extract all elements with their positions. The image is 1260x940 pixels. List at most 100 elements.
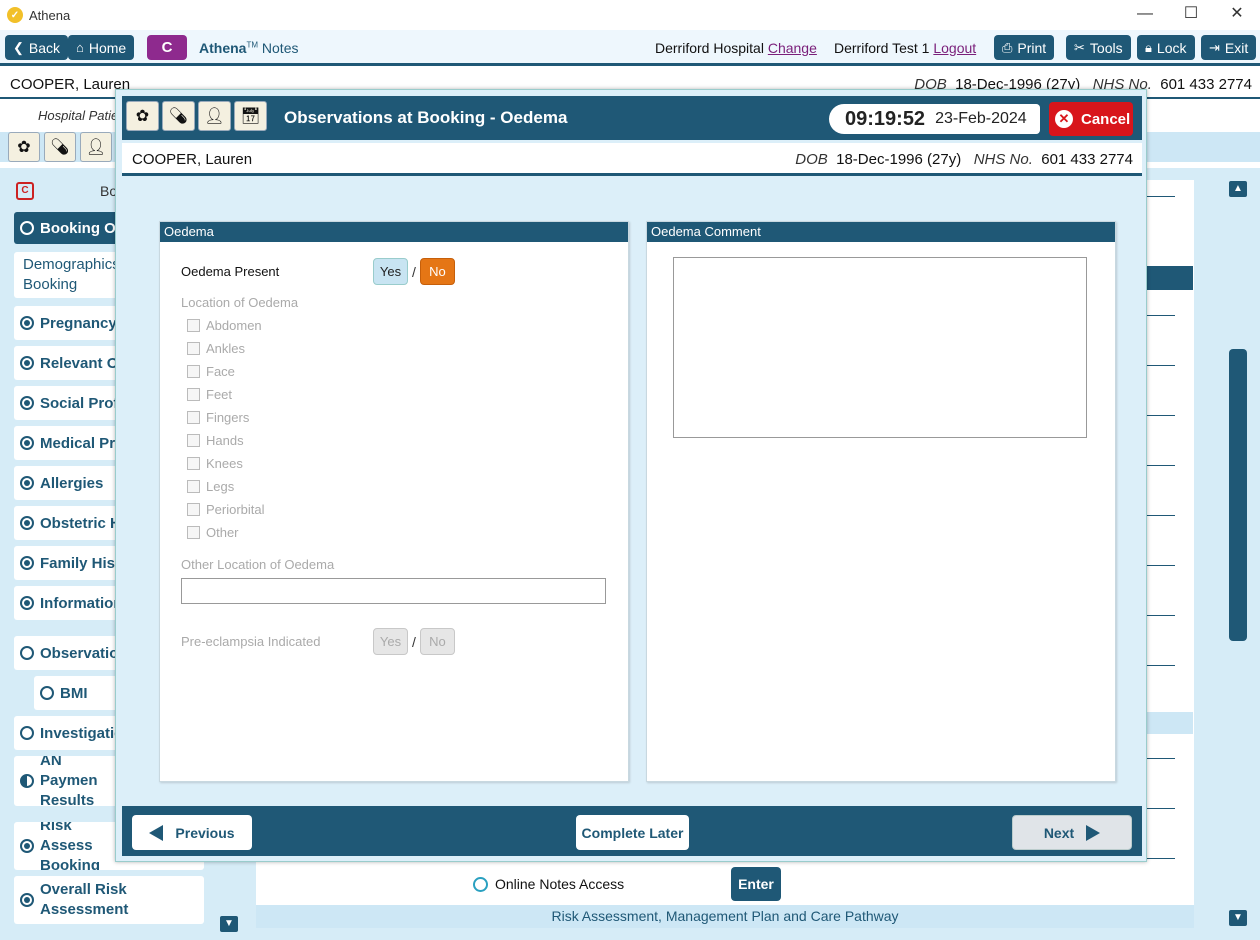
clock-date: 23-Feb-2024 <box>935 110 1027 127</box>
hospital-label: Derriford Hospital Change <box>655 40 817 56</box>
main-toolbar: ❮ Back ⌂ Home C AthenaTM Notes Derriford H… <box>0 30 1260 66</box>
print-button[interactable]: ⎙ Print <box>994 35 1055 60</box>
other-location-label: Other Location of Oedema <box>181 557 335 572</box>
location-checkbox-abdomen[interactable]: Abdomen <box>187 318 262 333</box>
location-checkbox-knees[interactable]: Knees <box>187 456 243 471</box>
status-filled-icon <box>20 893 34 907</box>
flower-icon[interactable]: ✿ <box>8 132 40 162</box>
location-checkbox-ankles[interactable]: Ankles <box>187 341 245 356</box>
location-checkbox-feet[interactable]: Feet <box>187 387 232 402</box>
person-icon[interactable]: 👤︎ <box>80 132 112 162</box>
dialog-patient-banner: COOPER, Lauren DOB 18-Dec-1996 (27y) NHS… <box>122 143 1142 176</box>
home-icon: ⌂ <box>76 40 84 55</box>
oedema-comment-panel: Oedema Comment <box>646 221 1116 782</box>
location-checkbox-periorbital[interactable]: Periorbital <box>187 502 265 517</box>
chevron-left-icon: ❮ <box>13 39 24 55</box>
online-notes-access-option[interactable]: Online Notes Access <box>473 876 624 892</box>
status-empty-icon <box>20 221 34 235</box>
close-icon: ✕ <box>1055 110 1073 128</box>
section-subheader-strip <box>1145 712 1193 734</box>
next-button[interactable]: Next <box>1012 815 1132 850</box>
status-filled-icon <box>20 596 34 610</box>
home-button[interactable]: ⌂ Home <box>68 35 135 60</box>
close-window-button[interactable]: ✕ <box>1214 0 1260 30</box>
status-empty-icon <box>40 686 54 700</box>
other-location-input[interactable] <box>181 578 606 604</box>
flower-icon: ✿ <box>126 101 159 131</box>
oedema-present-no-button[interactable]: No <box>419 258 455 285</box>
observations-oedema-dialog: ✿ 💊︎ 👤︎ 📅︎ Observations at Booking - Oed… <box>115 89 1147 862</box>
location-checkbox-hands[interactable]: Hands <box>187 433 244 448</box>
status-filled-icon <box>20 356 34 370</box>
user-label: Derriford Test 1 Logout <box>834 40 977 56</box>
status-half-icon <box>20 774 34 788</box>
scroll-down-icon[interactable]: ▼ <box>1229 910 1247 926</box>
hospital-patient-label: Hospital Patie <box>38 108 119 123</box>
athena-logo-icon: ✓ <box>7 7 23 23</box>
clock-time: 09:19:52 <box>845 107 926 130</box>
app-name: AthenaTM Notes <box>199 40 299 56</box>
dialog-title: Observations at Booking - Oedema <box>284 108 568 127</box>
arrow-left-icon <box>149 824 164 841</box>
status-filled-icon <box>20 556 34 570</box>
tools-icon: ✂ <box>1074 39 1085 55</box>
maximize-button[interactable]: ☐ <box>1168 0 1214 30</box>
preeclampsia-no-button[interactable]: No <box>419 628 455 655</box>
dialog-header: ✿ 💊︎ 👤︎ 📅︎ Observations at Booking - Oed… <box>122 96 1142 140</box>
logout-link[interactable]: Logout <box>933 40 976 56</box>
tools-button[interactable]: ✂ Tools <box>1066 35 1131 60</box>
location-checkbox-fingers[interactable]: Fingers <box>187 410 249 425</box>
minimize-button[interactable]: — <box>1122 0 1168 30</box>
printer-icon: ⎙ <box>1002 39 1013 55</box>
location-checkbox-other[interactable]: Other <box>187 525 239 540</box>
complete-later-button[interactable]: Complete Later <box>576 815 689 850</box>
main-scroll-thumb[interactable] <box>1229 349 1247 641</box>
preeclampsia-label: Pre-eclampsia Indicated <box>181 634 321 649</box>
arrow-right-icon <box>1086 824 1101 841</box>
nav-scroll-down-icon[interactable]: ▼ <box>220 916 238 932</box>
status-filled-icon <box>20 516 34 530</box>
status-filled-icon <box>20 436 34 450</box>
exit-icon: ⇥ <box>1209 39 1220 55</box>
patient-name: COOPER, Lauren <box>132 151 253 168</box>
status-empty-icon <box>20 726 34 740</box>
location-checkbox-legs[interactable]: Legs <box>187 479 234 494</box>
lock-button[interactable]: 🔒︎ Lock <box>1137 35 1195 60</box>
back-button[interactable]: ❮ Back <box>5 35 69 60</box>
calendar-icon: 📅︎ <box>234 101 267 131</box>
patient-ids: DOB 18-Dec-1996 (27y) NHS No. 601 433 27… <box>795 151 1133 168</box>
c-small-icon: C <box>16 182 34 200</box>
oedema-comment-heading: Oedema Comment <box>647 222 1115 242</box>
status-empty-icon <box>20 646 34 660</box>
quick-icons: ✿ 💊︎ 👤︎ <box>8 132 112 162</box>
nav-overall-risk-assessment[interactable]: Overall Risk Assessment <box>14 876 204 924</box>
pill-icon: 💊︎ <box>162 101 195 131</box>
preeclampsia-toggle: Yes / No <box>373 628 455 655</box>
pill-icon[interactable]: 💊︎ <box>44 132 76 162</box>
oedema-panel: Oedema Oedema Present Yes / No Location … <box>159 221 629 782</box>
lock-icon: 🔒︎ <box>1145 39 1152 55</box>
oedema-present-toggle: Yes / No <box>373 258 455 285</box>
location-checkbox-face[interactable]: Face <box>187 364 235 379</box>
preeclampsia-yes-button[interactable]: Yes <box>373 628 408 655</box>
status-filled-icon <box>20 316 34 330</box>
person-icon: 👤︎ <box>198 101 231 131</box>
risk-assessment-section-bar: Risk Assessment, Management Plan and Car… <box>256 905 1194 928</box>
oedema-comment-textarea[interactable] <box>673 257 1087 438</box>
status-filled-icon <box>20 476 34 490</box>
status-filled-icon <box>20 839 34 853</box>
cancel-button[interactable]: ✕ Cancel <box>1049 102 1133 136</box>
clock-display: 09:19:52 23-Feb-2024 <box>829 104 1040 134</box>
oedema-present-label: Oedema Present <box>181 264 280 279</box>
window-title: Athena <box>29 7 71 23</box>
oedema-present-yes-button[interactable]: Yes <box>373 258 408 285</box>
change-hospital-link[interactable]: Change <box>768 40 817 56</box>
c-button[interactable]: C <box>147 35 187 60</box>
section-header-strip <box>1145 266 1193 290</box>
dialog-footer: Previous Complete Later Next <box>122 806 1142 856</box>
oedema-panel-heading: Oedema <box>160 222 628 242</box>
exit-button[interactable]: ⇥ Exit <box>1201 35 1257 60</box>
previous-button[interactable]: Previous <box>132 815 252 850</box>
scroll-up-icon[interactable]: ▲ <box>1229 181 1247 197</box>
enter-button[interactable]: Enter <box>731 867 781 901</box>
